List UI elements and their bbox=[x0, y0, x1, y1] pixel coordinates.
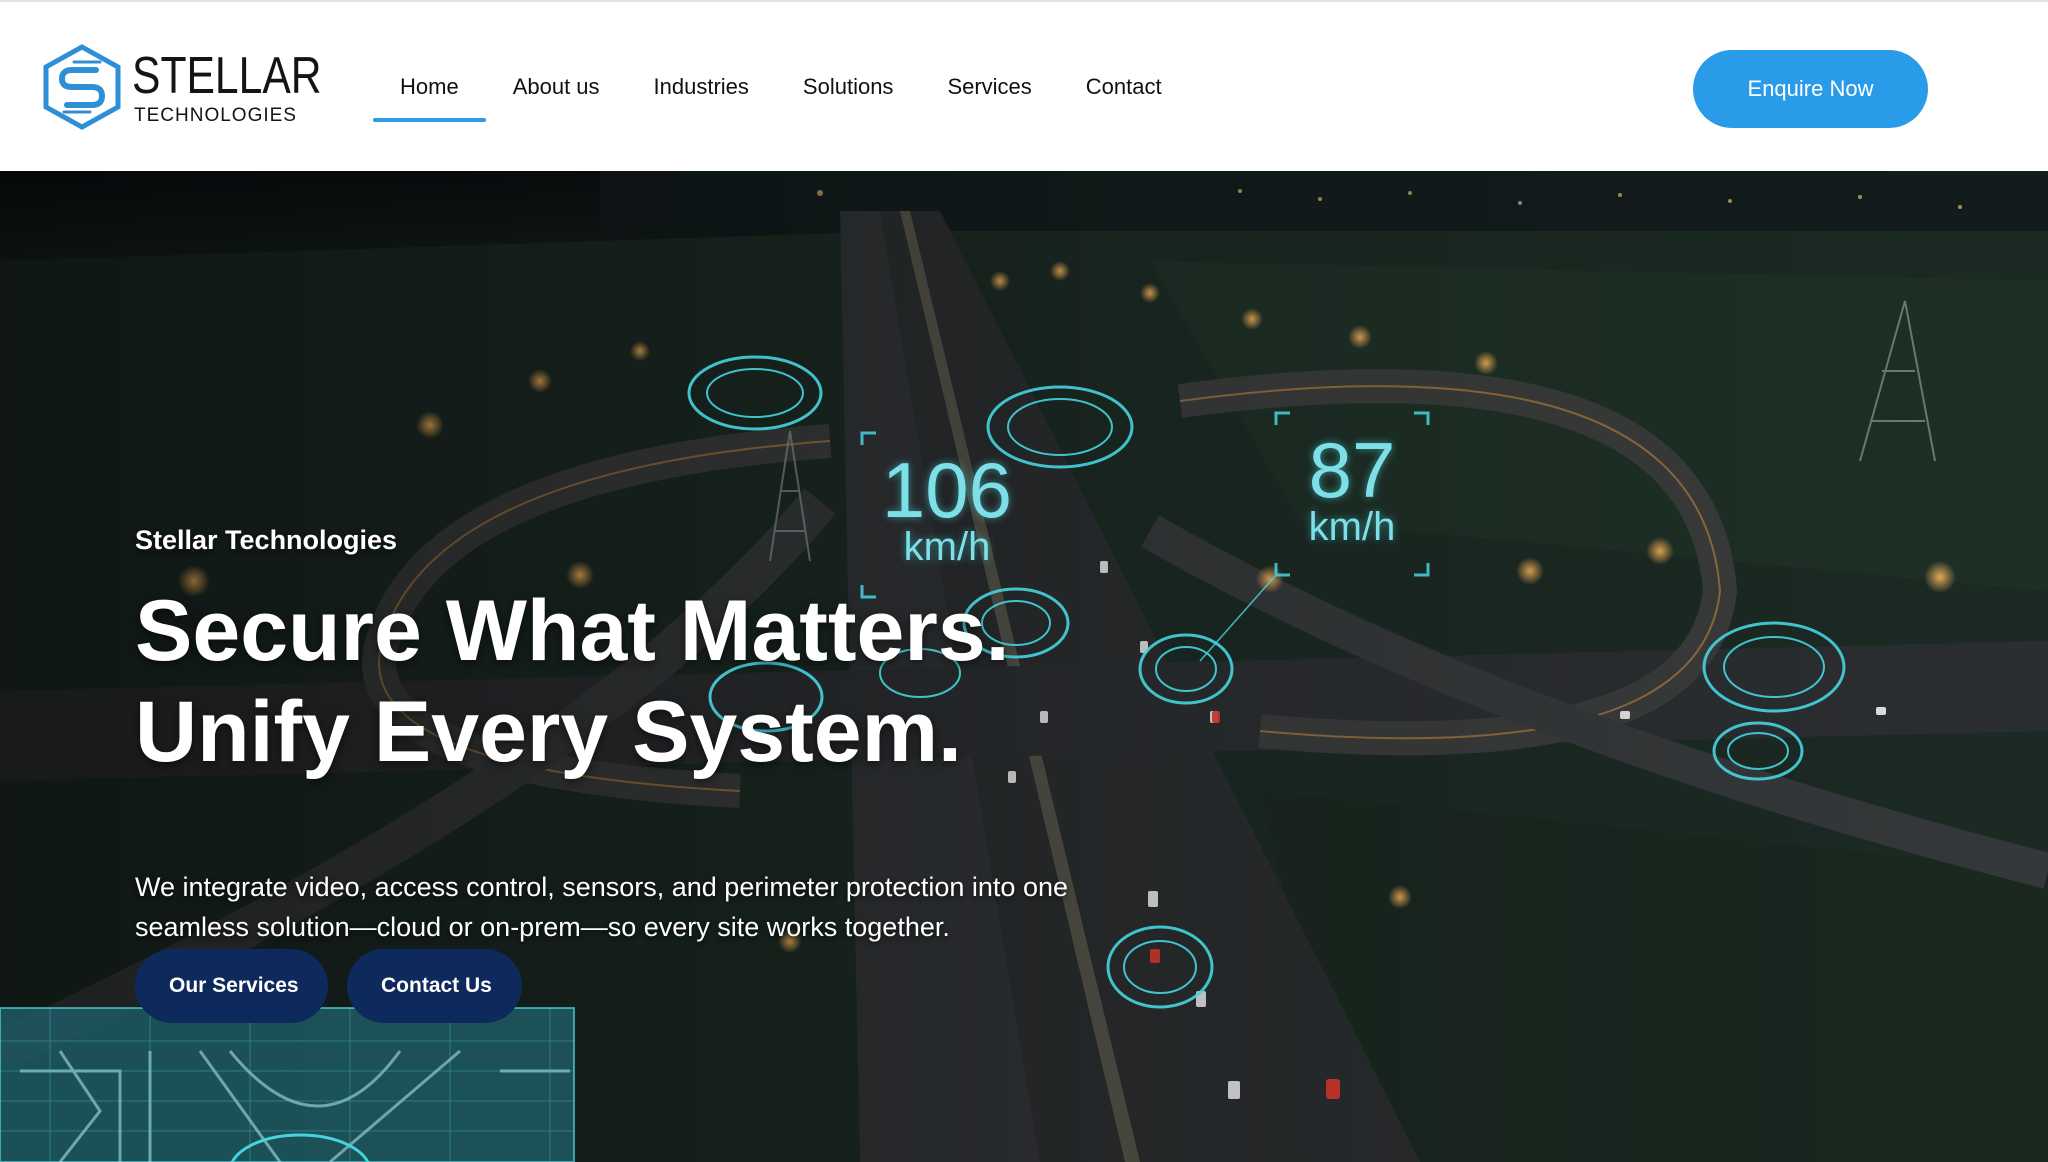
brand-tagline: TECHNOLOGIES bbox=[134, 105, 297, 126]
main-nav: Home About us Industries Solutions Servi… bbox=[373, 66, 1189, 126]
speed-readout-2: 87 km/h bbox=[1284, 426, 1420, 549]
nav-item-about-us[interactable]: About us bbox=[486, 66, 627, 122]
nav-item-services[interactable]: Services bbox=[920, 66, 1058, 122]
hero-kicker: Stellar Technologies bbox=[135, 525, 398, 555]
our-services-button[interactable]: Our Services bbox=[135, 949, 328, 1023]
hero-title-line-1: Secure What Matters. bbox=[135, 583, 1010, 679]
enquire-now-button[interactable]: Enquire Now bbox=[1693, 50, 1928, 128]
contact-us-button[interactable]: Contact Us bbox=[347, 949, 522, 1023]
nav-item-home[interactable]: Home bbox=[373, 66, 486, 122]
brand-logo[interactable]: STELLAR TECHNOLOGIES bbox=[42, 44, 322, 134]
speed-value-2: 87 bbox=[1308, 426, 1396, 514]
hero-title: Secure What Matters. Unify Every System. bbox=[135, 581, 1010, 783]
brand-name: STELLAR bbox=[132, 47, 322, 105]
speed-readout-1: 106 km/h bbox=[872, 446, 1022, 567]
hero-description: We integrate video, access control, sens… bbox=[135, 872, 1069, 942]
stellar-logo-icon bbox=[43, 44, 121, 130]
speed-unit-2: km/h bbox=[1308, 505, 1396, 549]
site-header: STELLAR TECHNOLOGIES Home About us Indus… bbox=[0, 0, 2048, 171]
nav-item-contact[interactable]: Contact bbox=[1059, 66, 1189, 122]
speed-value-1: 106 bbox=[881, 446, 1013, 534]
nav-item-solutions[interactable]: Solutions bbox=[776, 66, 921, 122]
hero-title-line-2: Unify Every System. bbox=[135, 684, 962, 780]
nav-item-industries[interactable]: Industries bbox=[627, 66, 776, 122]
hero-section: 106 km/h 87 km/h Stellar Technologies Se… bbox=[0, 171, 2048, 1162]
